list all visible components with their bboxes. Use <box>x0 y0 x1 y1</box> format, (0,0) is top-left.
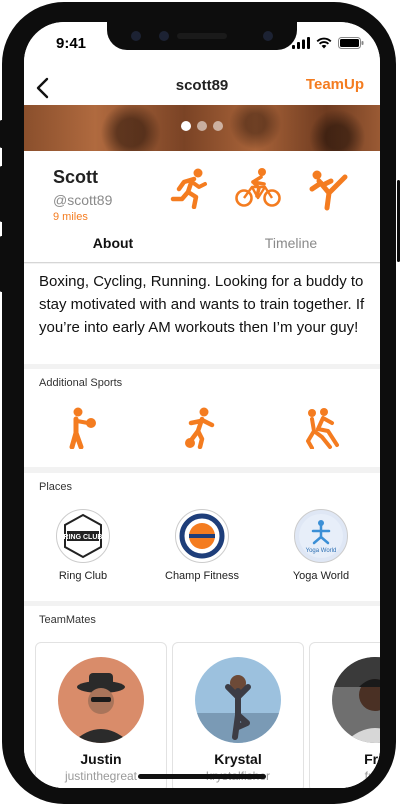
soccer-icon <box>185 407 215 449</box>
volume-down-button <box>0 236 3 292</box>
screen: 9:41 scott89 TeamUp Scott @scott89 9 mil… <box>24 22 380 788</box>
additional-sports-section: Additional Sports <box>24 369 380 467</box>
sensor-icon <box>159 31 169 41</box>
battery-icon <box>338 37 364 49</box>
tab-timeline[interactable]: Timeline <box>202 235 380 251</box>
places-section: Places RING CLUB Ring Club Champ Fitness… <box>24 473 380 601</box>
notch <box>107 22 297 50</box>
profile-tabs: About Timeline <box>24 233 380 263</box>
additional-sports-title: Additional Sports <box>39 377 123 389</box>
mute-switch <box>0 120 3 148</box>
teammate-name: Krystal <box>214 751 262 767</box>
place-label: Ring Club <box>58 570 108 582</box>
gallery-dot[interactable] <box>213 121 223 131</box>
volume-up-button <box>0 166 3 222</box>
nav-bar: scott89 TeamUp <box>24 66 380 110</box>
camera-icon <box>131 31 141 41</box>
boxing-icon <box>69 407 96 449</box>
teammate-username: fred <box>364 769 380 783</box>
ring-club-logo-text: RING CLUB <box>64 534 103 541</box>
teammate-name: Fre <box>364 751 380 767</box>
place-yoga-world[interactable]: Yoga World Yoga World <box>266 509 376 582</box>
teammate-name: Justin <box>80 751 122 767</box>
teammates-section: TeamMates Justin justinthegreat Krystal … <box>24 606 380 788</box>
profile-name: Scott <box>53 167 98 187</box>
places-title: Places <box>39 481 73 493</box>
profile-handle: @scott89 <box>53 192 113 208</box>
speaker-grille <box>177 33 227 39</box>
ring-club-logo: RING CLUB <box>56 509 110 563</box>
place-champ-fitness[interactable]: Champ Fitness <box>147 509 257 582</box>
teammate-card[interactable]: Fre fred <box>309 642 380 788</box>
kickboxing-icon <box>309 170 348 211</box>
champ-fitness-logo <box>175 509 229 563</box>
front-camera-icon <box>263 31 273 41</box>
yoga-world-logo-text: Yoga World <box>306 548 337 554</box>
about-text: Boxing, Cycling, Running. Looking for a … <box>39 273 365 336</box>
about-section: Boxing, Cycling, Running. Looking for a … <box>24 264 380 364</box>
running-icon <box>170 168 207 209</box>
profile-distance: 9 miles <box>53 211 88 223</box>
gallery-dot[interactable] <box>197 121 207 131</box>
cover-photo[interactable] <box>24 105 380 151</box>
home-indicator[interactable] <box>138 774 266 779</box>
teammate-card[interactable]: Justin justinthegreat <box>35 642 167 788</box>
gallery-dot[interactable] <box>181 121 191 131</box>
teammate-card[interactable]: Krystal krystalfisher <box>172 642 304 788</box>
cycling-icon <box>235 168 281 207</box>
teamup-button[interactable]: TeamUp <box>306 76 364 93</box>
dancing-icon <box>306 408 339 449</box>
wifi-icon <box>316 37 332 49</box>
place-ring-club[interactable]: RING CLUB Ring Club <box>28 509 138 582</box>
place-label: Champ Fitness <box>165 570 239 582</box>
avatar <box>332 657 380 743</box>
profile-header: Scott @scott89 9 miles About Timeline <box>24 151 380 263</box>
tab-about[interactable]: About <box>24 235 202 251</box>
status-time: 9:41 <box>56 35 87 52</box>
teammates-title: TeamMates <box>39 614 96 626</box>
avatar <box>58 657 144 743</box>
yoga-world-logo: Yoga World <box>294 509 348 563</box>
phone-frame: 9:41 scott89 TeamUp Scott @scott89 9 mil… <box>2 2 396 804</box>
gallery-page-indicator <box>24 121 380 131</box>
avatar <box>195 657 281 743</box>
status-icons <box>292 37 364 49</box>
place-label: Yoga World <box>292 570 350 582</box>
